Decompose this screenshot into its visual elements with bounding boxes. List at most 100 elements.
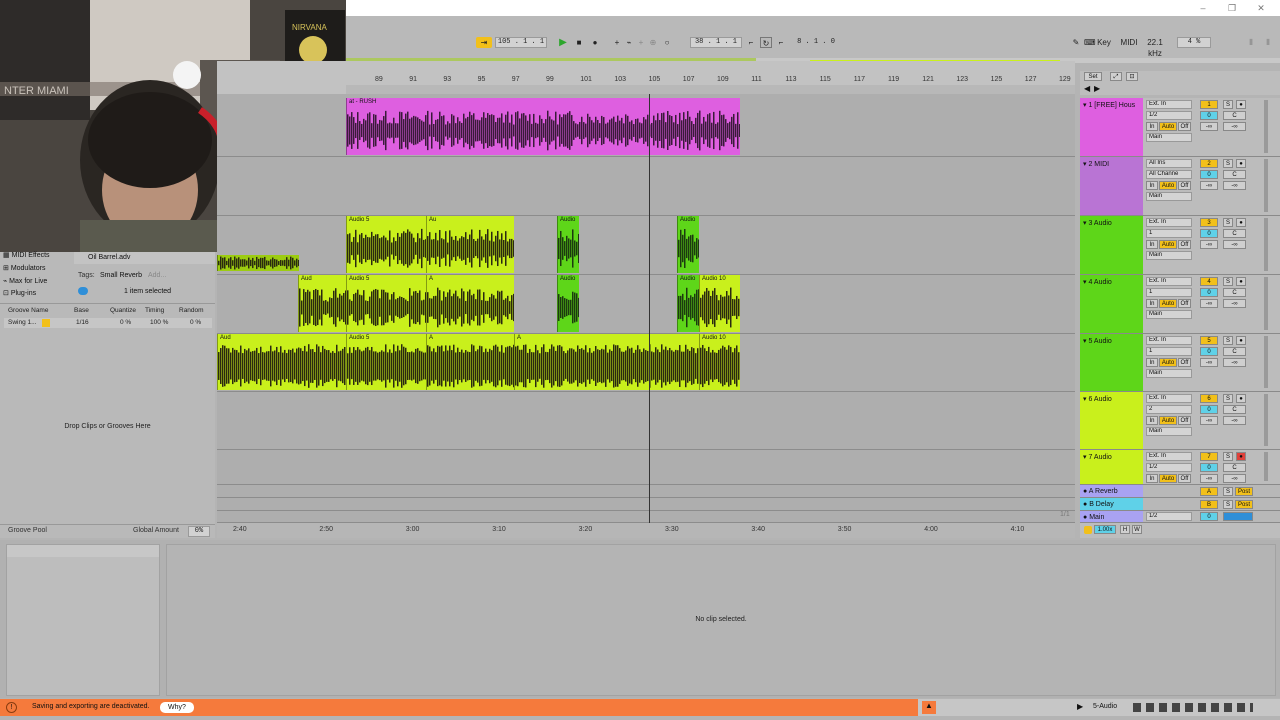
input-type-select[interactable]: Ext. In <box>1146 100 1192 109</box>
audio-clip[interactable]: Audio 10 <box>699 334 740 390</box>
expand-icon[interactable]: ▶ <box>1077 702 1083 711</box>
audio-clip[interactable]: Audio <box>677 275 699 332</box>
tag-add-button[interactable]: Add... <box>148 272 166 279</box>
track-name[interactable]: ● A Reverb <box>1080 485 1143 497</box>
input-channel-select[interactable]: 1 <box>1146 229 1192 238</box>
height-button[interactable]: H <box>1120 525 1130 534</box>
monitor-in-button[interactable]: In <box>1146 416 1158 425</box>
audio-clip[interactable]: Audio 10 <box>699 275 740 332</box>
track-name[interactable]: ▾ 1 [FREE] Hous <box>1080 98 1143 156</box>
monitor-off-button[interactable]: Off <box>1178 358 1191 367</box>
follow-marker-icon[interactable]: ⤢ <box>1110 72 1122 81</box>
next-locator-icon[interactable]: ▶ <box>1094 84 1100 93</box>
minimize-icon[interactable]: – <box>1196 2 1210 14</box>
send-a-field[interactable]: -∞ <box>1200 299 1218 308</box>
send-b-field[interactable]: -∞ <box>1223 474 1246 483</box>
track-name[interactable]: ▾ 5 Audio <box>1080 334 1143 391</box>
return-track-b[interactable]: ● B Delay B S Post <box>1080 498 1280 511</box>
groove-timing[interactable]: 100 % <box>150 319 168 326</box>
solo-button[interactable]: S <box>1223 452 1233 461</box>
solo-button[interactable]: S <box>1223 218 1233 227</box>
pan-field[interactable]: C <box>1223 229 1246 238</box>
track-header-2[interactable]: ▾ 2 MIDI All Ins All Channe In Auto Off Main 2 S… <box>1080 157 1280 216</box>
solo-button[interactable]: S <box>1223 100 1233 109</box>
return-track-a[interactable]: ● A Reverb A S Post <box>1080 485 1280 498</box>
track-name[interactable]: ● B Delay <box>1080 498 1143 510</box>
audio-clip[interactable] <box>217 255 299 271</box>
arm-button[interactable]: ● <box>1236 452 1246 461</box>
main-volume[interactable]: 0 <box>1200 512 1218 521</box>
solo-button[interactable]: S <box>1223 487 1233 496</box>
track-name[interactable]: ▾ 7 Audio <box>1080 450 1143 484</box>
width-button[interactable]: W <box>1132 525 1142 534</box>
lock-icon[interactable]: ⊡ <box>1126 72 1138 81</box>
main-output-select[interactable]: 1/2 <box>1146 512 1192 521</box>
track-name[interactable]: ▾ 3 Audio <box>1080 216 1143 274</box>
track-name[interactable]: ▾ 2 MIDI <box>1080 157 1143 215</box>
monitor-auto-button[interactable]: Auto <box>1159 416 1177 425</box>
loop-icon[interactable]: ↻ <box>760 37 772 48</box>
arm-button[interactable]: ● <box>1236 336 1246 345</box>
input-channel-select[interactable]: All Channe <box>1146 170 1192 179</box>
browser-item-plugins[interactable]: ⊡ Plug-ins <box>3 288 36 300</box>
input-channel-select[interactable]: 1/2 <box>1146 463 1192 472</box>
send-a-field[interactable]: -∞ <box>1200 474 1218 483</box>
monitor-off-button[interactable]: Off <box>1178 299 1191 308</box>
volume-field[interactable]: 0 <box>1200 288 1218 297</box>
browser-item-midi-effects[interactable]: ▦ MIDI Effects <box>3 250 50 262</box>
send-b-field[interactable]: -∞ <box>1223 122 1246 131</box>
monitor-off-button[interactable]: Off <box>1178 122 1191 131</box>
close-icon[interactable]: ✕ <box>1254 2 1268 14</box>
send-a-field[interactable]: -∞ <box>1200 181 1218 190</box>
global-amount-field[interactable]: 0% <box>188 526 210 537</box>
send-b-field[interactable]: -∞ <box>1223 181 1246 190</box>
monitor-auto-button[interactable]: Auto <box>1159 240 1177 249</box>
output-select[interactable]: Main <box>1146 251 1192 260</box>
monitor-off-button[interactable]: Off <box>1178 181 1191 190</box>
monitor-in-button[interactable]: In <box>1146 358 1158 367</box>
zoom-button[interactable]: 1.00x <box>1094 525 1116 534</box>
audio-clip[interactable]: Audio <box>677 216 699 273</box>
send-a-field[interactable]: -∞ <box>1200 358 1218 367</box>
input-type-select[interactable]: Ext. In <box>1146 336 1192 345</box>
audio-clip[interactable]: Audio 5 <box>346 334 426 390</box>
audio-clip[interactable]: at - RUSH <box>346 98 740 155</box>
overdub-icon[interactable]: + <box>612 37 622 48</box>
play-icon[interactable]: ▶ <box>557 37 569 48</box>
output-select[interactable]: Main <box>1146 369 1192 378</box>
stop-icon[interactable]: ■ <box>573 37 585 48</box>
pan-field[interactable]: C <box>1223 288 1246 297</box>
output-select[interactable]: Main <box>1146 427 1192 436</box>
send-b-field[interactable]: -∞ <box>1223 299 1246 308</box>
output-select[interactable]: Main <box>1146 192 1192 201</box>
loop-length-field[interactable]: 8 . 1 . 0 <box>790 37 842 48</box>
send-a-field[interactable]: -∞ <box>1200 416 1218 425</box>
automation-arm-icon[interactable]: ⌁ <box>624 37 634 48</box>
audio-clip[interactable]: A <box>426 334 514 390</box>
track-header-4[interactable]: ▾ 4 Audio Ext. In 1 In Auto Off Main 4 S ● 0 C -∞ -∞ <box>1080 275 1280 334</box>
draw-mode-icon[interactable]: ✎ <box>1070 37 1082 48</box>
pan-field[interactable]: C <box>1223 463 1246 472</box>
track-header-6[interactable]: ▾ 6 Audio Ext. In 2 In Auto Off Main 6 S ● 0 C -∞ -∞ <box>1080 392 1280 450</box>
groove-random[interactable]: 0 % <box>190 319 201 326</box>
audio-clip[interactable]: A <box>514 334 699 390</box>
pre-post-button[interactable]: Post <box>1235 487 1253 496</box>
volume-field[interactable]: 0 <box>1200 111 1218 120</box>
solo-button[interactable]: S <box>1223 277 1233 286</box>
pan-field[interactable]: C <box>1223 347 1246 356</box>
send-b-field[interactable]: -∞ <box>1223 416 1246 425</box>
track-name[interactable]: ▾ 4 Audio <box>1080 275 1143 333</box>
track-lane-7[interactable] <box>217 450 1075 485</box>
audio-clip[interactable]: Audio <box>557 216 579 273</box>
track-activator-button[interactable]: 5 <box>1200 336 1218 345</box>
input-channel-select[interactable]: 1/2 <box>1146 111 1192 120</box>
browser-file-row[interactable]: Oil Barrel.adv <box>74 252 215 264</box>
solo-button[interactable]: S <box>1223 394 1233 403</box>
groove-base[interactable]: 1/16 <box>76 319 89 326</box>
midi-map-button[interactable]: MIDI <box>1120 37 1138 48</box>
main-pan[interactable] <box>1223 512 1253 521</box>
audio-clip[interactable]: Audio 5 <box>346 216 426 273</box>
solo-button[interactable]: S <box>1223 336 1233 345</box>
arm-button[interactable]: ● <box>1236 159 1246 168</box>
pre-post-button[interactable]: Post <box>1235 500 1253 509</box>
